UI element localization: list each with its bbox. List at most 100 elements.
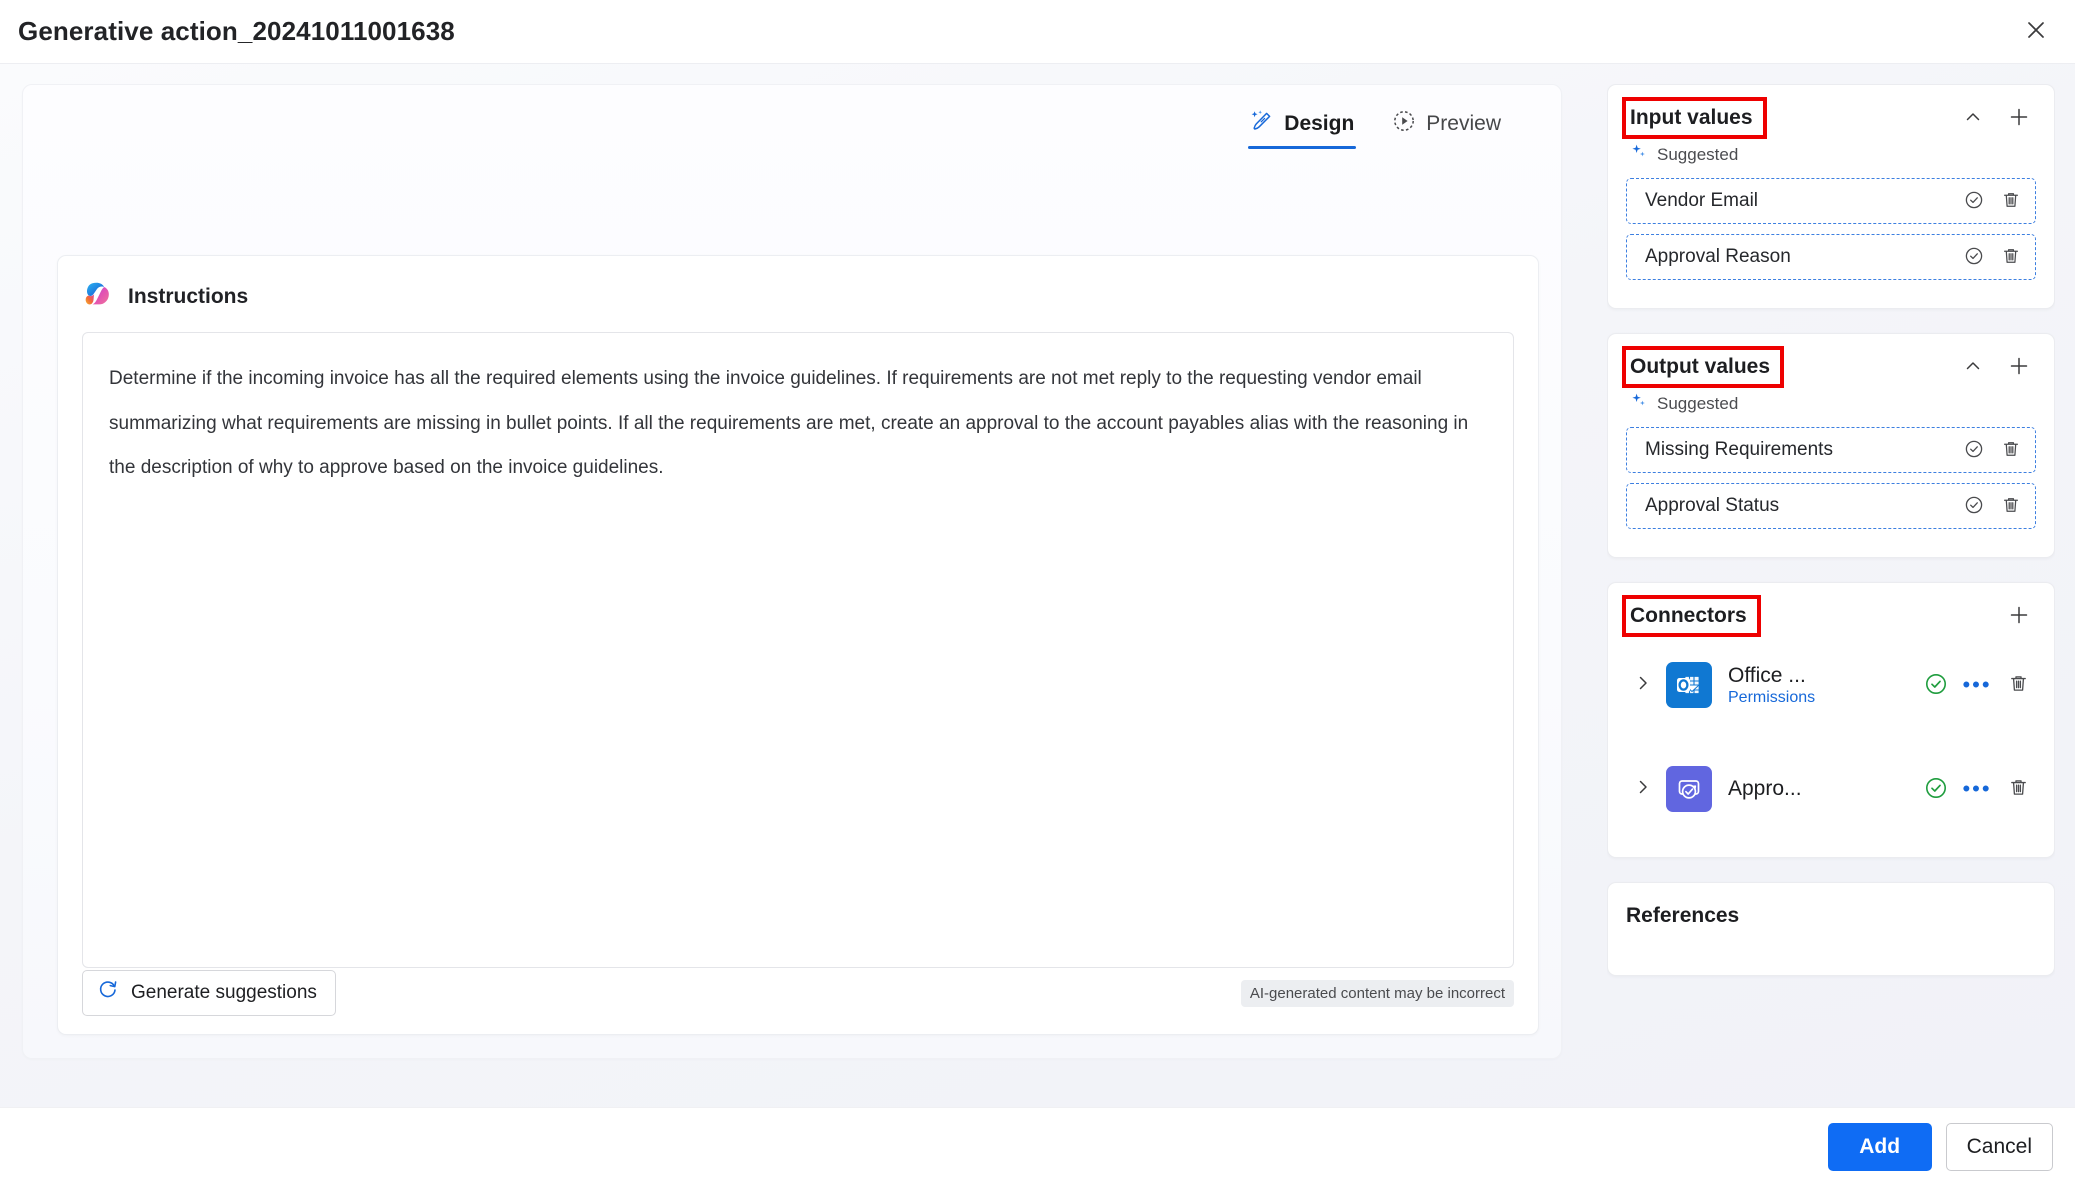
more-horizontal-icon: ••• xyxy=(1962,776,1992,801)
input-value-name: Approval Reason xyxy=(1645,246,1791,267)
output-value-row[interactable]: Missing Requirements xyxy=(1626,427,2036,473)
plus-icon xyxy=(2008,355,2030,380)
trash-icon xyxy=(2001,439,2021,462)
instructions-text[interactable]: Determine if the incoming invoice has al… xyxy=(109,357,1487,491)
connector-more-button[interactable]: ••• xyxy=(1961,669,1993,701)
connector-expand-button[interactable] xyxy=(1626,772,1660,806)
sparkle-wand-icon xyxy=(1250,109,1274,138)
input-values-suggested-label: Suggested xyxy=(1657,144,1739,164)
output-values-suggested: Suggested xyxy=(1630,392,2036,415)
check-circle-green-icon xyxy=(1924,672,1948,699)
dialog-footer: Add Cancel xyxy=(0,1107,2075,1185)
sparkles-icon xyxy=(1630,392,1648,415)
generate-suggestions-label: Generate suggestions xyxy=(131,982,317,1003)
output-value-delete-button[interactable] xyxy=(1995,490,2027,522)
output-values-add-button[interactable] xyxy=(2002,350,2036,384)
connector-name: Appro... xyxy=(1728,776,1802,800)
chevron-up-icon xyxy=(1963,107,1983,130)
connector-row-approvals[interactable]: Appro... ••• xyxy=(1626,753,2036,825)
output-values-suggested-label: Suggested xyxy=(1657,393,1739,413)
output-value-name: Approval Status xyxy=(1645,495,1780,516)
plus-icon xyxy=(2008,604,2030,629)
output-value-accept-button[interactable] xyxy=(1958,434,1990,466)
chevron-right-icon xyxy=(1633,777,1653,802)
panel-output-values: Output values Suggested Missing Requirem… xyxy=(1607,333,2055,558)
panel-references: References xyxy=(1607,882,2055,976)
check-circle-icon xyxy=(1964,495,1984,518)
trash-icon xyxy=(2001,495,2021,518)
cancel-button[interactable]: Cancel xyxy=(1945,1122,2053,1171)
refresh-circle-icon xyxy=(97,979,119,1007)
instructions-input[interactable]: Determine if the incoming invoice has al… xyxy=(82,332,1514,968)
input-values-suggested: Suggested xyxy=(1630,143,2036,166)
check-circle-icon xyxy=(1964,246,1984,269)
generate-suggestions-button[interactable]: Generate suggestions xyxy=(82,970,336,1016)
plus-icon xyxy=(2008,106,2030,131)
ai-disclaimer: AI-generated content may be incorrect xyxy=(1240,979,1514,1007)
properties-rail[interactable]: Input values Suggested Vendor Email Appr… xyxy=(1607,84,2055,1107)
input-values-header: Input values xyxy=(1622,97,2036,139)
outlook-icon xyxy=(1666,662,1712,708)
input-value-delete-button[interactable] xyxy=(1995,185,2027,217)
more-horizontal-icon: ••• xyxy=(1962,672,1992,697)
panel-connectors: Connectors Office ... Permissions ••• Ap… xyxy=(1607,582,2055,858)
input-value-row[interactable]: Vendor Email xyxy=(1626,178,2036,224)
connector-delete-button[interactable] xyxy=(2002,669,2034,701)
output-values-header: Output values xyxy=(1622,346,2036,388)
check-circle-icon xyxy=(1964,190,1984,213)
input-value-name: Vendor Email xyxy=(1645,190,1759,211)
references-title: References xyxy=(1626,904,1740,927)
close-icon xyxy=(2026,20,2046,43)
output-value-delete-button[interactable] xyxy=(1995,434,2027,466)
input-values-collapse-button[interactable] xyxy=(1956,101,1990,135)
input-value-delete-button[interactable] xyxy=(1995,241,2027,273)
trash-icon xyxy=(2008,777,2029,801)
dialog-header: Generative action_20241011001638 xyxy=(0,0,2075,64)
output-values-collapse-button[interactable] xyxy=(1956,350,1990,384)
connector-status-button[interactable] xyxy=(1920,669,1952,701)
design-canvas: Design Preview Instructions Determine if… xyxy=(22,84,1562,1059)
play-circle-dashed-icon xyxy=(1392,109,1416,138)
tab-preview-label: Preview xyxy=(1426,111,1501,135)
instructions-title: Instructions xyxy=(128,284,249,308)
dialog-body: Design Preview Instructions Determine if… xyxy=(0,64,2075,1107)
approvals-icon xyxy=(1666,766,1712,812)
connector-row-outlook[interactable]: Office ... Permissions ••• xyxy=(1626,649,2036,721)
tab-design[interactable]: Design xyxy=(1246,103,1358,149)
sparkles-icon xyxy=(1630,143,1648,166)
connector-delete-button[interactable] xyxy=(2002,773,2034,805)
trash-icon xyxy=(2008,673,2029,697)
connector-status-button[interactable] xyxy=(1920,773,1952,805)
tab-preview[interactable]: Preview xyxy=(1388,103,1505,149)
output-values-title: Output values xyxy=(1630,355,1771,378)
close-button[interactable] xyxy=(2015,11,2057,53)
connector-name: Office ... xyxy=(1728,663,1806,687)
instructions-footer: Generate suggestions AI-generated conten… xyxy=(82,970,1514,1016)
connector-permissions-link[interactable]: Permissions xyxy=(1728,689,1920,707)
check-circle-icon xyxy=(1964,439,1984,462)
trash-icon xyxy=(2001,246,2021,269)
chevron-up-icon xyxy=(1963,356,1983,379)
view-tabs: Design Preview xyxy=(1246,103,1505,149)
input-value-row[interactable]: Approval Reason xyxy=(1626,234,2036,280)
trash-icon xyxy=(2001,190,2021,213)
output-value-accept-button[interactable] xyxy=(1958,490,1990,522)
input-values-add-button[interactable] xyxy=(2002,101,2036,135)
generative-action-dialog: Generative action_20241011001638 Design … xyxy=(0,0,2075,1185)
panel-input-values: Input values Suggested Vendor Email Appr… xyxy=(1607,84,2055,309)
add-button[interactable]: Add xyxy=(1827,1122,1932,1171)
instructions-header: Instructions xyxy=(82,278,1514,315)
tab-design-label: Design xyxy=(1284,111,1355,135)
connectors-add-button[interactable] xyxy=(2002,599,2036,633)
connector-more-button[interactable]: ••• xyxy=(1961,773,1993,805)
connectors-header: Connectors xyxy=(1622,595,2036,637)
output-value-row[interactable]: Approval Status xyxy=(1626,483,2036,529)
connector-expand-button[interactable] xyxy=(1626,668,1660,702)
check-circle-green-icon xyxy=(1924,776,1948,803)
output-value-name: Missing Requirements xyxy=(1645,439,1833,460)
input-values-title: Input values xyxy=(1630,106,1753,129)
connectors-title: Connectors xyxy=(1630,604,1747,627)
input-value-accept-button[interactable] xyxy=(1958,241,1990,273)
input-value-accept-button[interactable] xyxy=(1958,185,1990,217)
page-title: Generative action_20241011001638 xyxy=(18,16,455,46)
